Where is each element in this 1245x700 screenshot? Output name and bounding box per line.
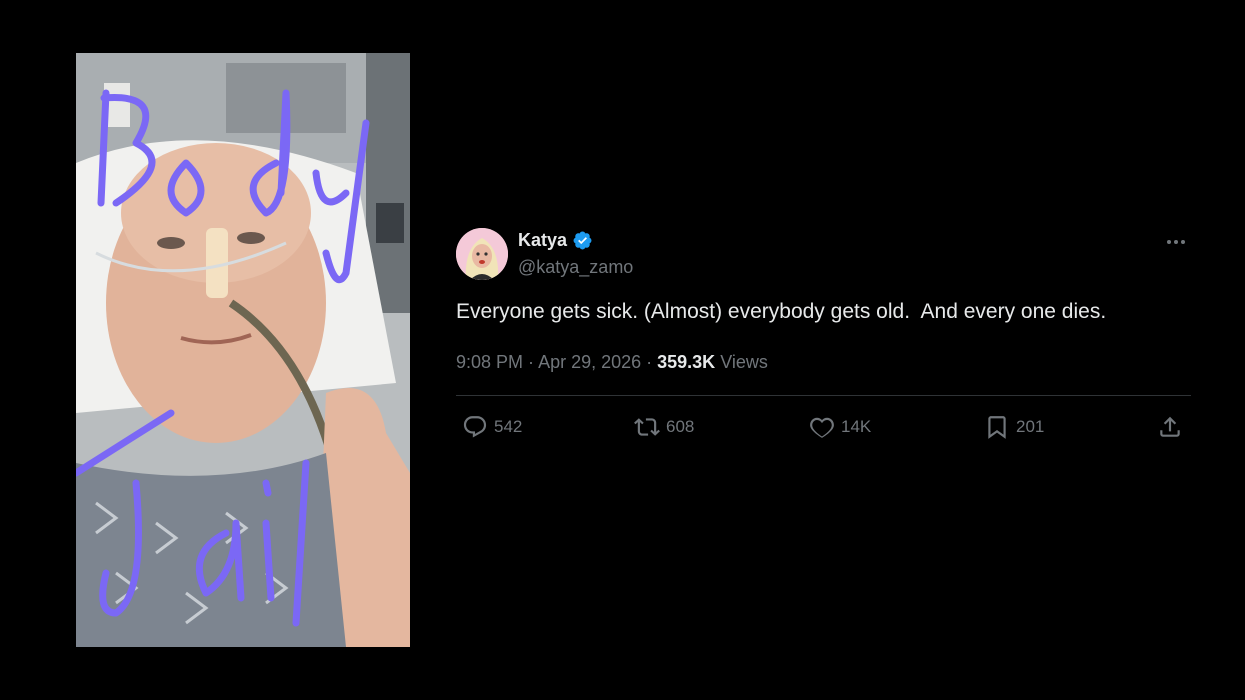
hospital-selfie-image bbox=[76, 53, 410, 647]
tweet-time[interactable]: 9:08 PM bbox=[456, 352, 523, 372]
like-icon bbox=[810, 417, 834, 438]
views-count: 359.3K bbox=[657, 352, 716, 372]
share-icon bbox=[1160, 416, 1180, 437]
bookmark-button[interactable]: 201 bbox=[984, 414, 1044, 440]
tweet-date[interactable]: Apr 29, 2026 bbox=[538, 352, 641, 372]
reply-icon bbox=[463, 416, 487, 438]
repost-button[interactable]: 608 bbox=[634, 414, 694, 440]
author-handle[interactable]: @katya_zamo bbox=[518, 257, 633, 278]
tweet-meta: 9:08 PM · Apr 29, 2026 · 359.3K Views bbox=[456, 352, 768, 372]
like-count: 14K bbox=[841, 417, 872, 436]
tweet-actions: 542 608 14K 201 bbox=[456, 414, 1191, 444]
verified-badge-icon bbox=[573, 231, 592, 250]
bookmark-count: 201 bbox=[1016, 417, 1045, 436]
views-label: Views bbox=[720, 352, 768, 372]
tweet-card: Katya @katya_zamo Everyone gets sick. (A… bbox=[456, 226, 1191, 439]
reply-button[interactable]: 542 bbox=[462, 414, 522, 440]
author-name-row: Katya bbox=[518, 230, 593, 251]
repost-count: 608 bbox=[666, 417, 695, 436]
more-icon[interactable] bbox=[1163, 232, 1189, 252]
share-button[interactable] bbox=[1157, 414, 1183, 440]
author-name[interactable]: Katya bbox=[518, 230, 567, 251]
reply-count: 542 bbox=[494, 417, 523, 436]
tweet-photo[interactable] bbox=[76, 53, 410, 647]
bookmark-icon bbox=[988, 416, 1006, 439]
like-button[interactable]: 14K bbox=[809, 414, 871, 440]
divider bbox=[456, 395, 1191, 396]
avatar[interactable] bbox=[456, 228, 508, 280]
repost-icon bbox=[634, 418, 660, 436]
tweet-text: Everyone gets sick. (Almost) everybody g… bbox=[456, 300, 1107, 323]
avatar-image bbox=[456, 228, 508, 280]
tweet-header: Katya @katya_zamo bbox=[456, 226, 1191, 280]
